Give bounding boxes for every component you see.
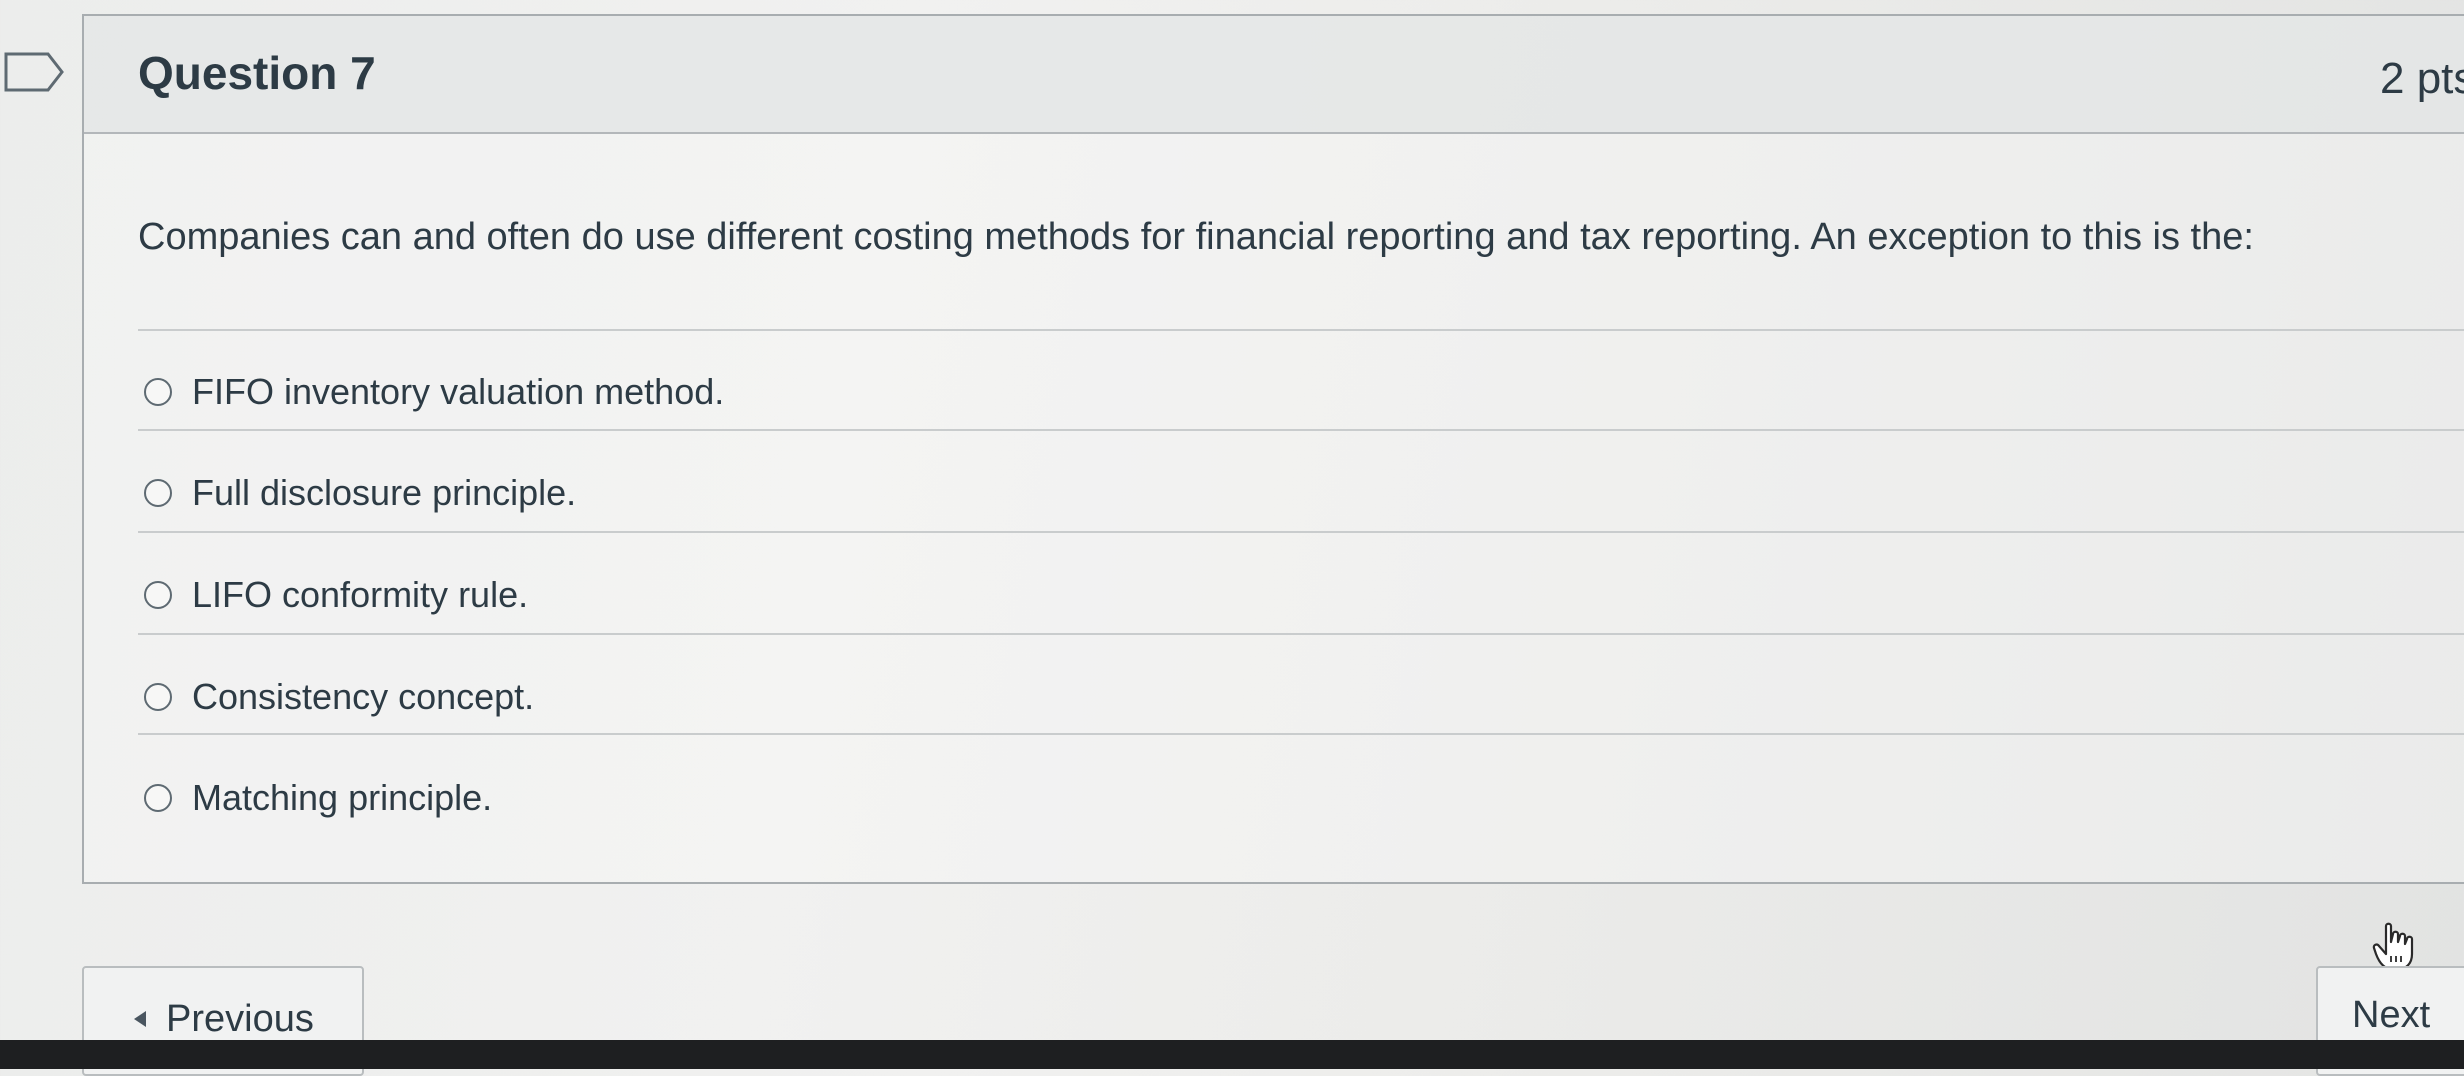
- radio-button[interactable]: [144, 581, 172, 609]
- screen-bezel: [0, 1040, 2464, 1069]
- divider: [138, 531, 2464, 533]
- question-points: 2 pts: [2380, 54, 2464, 103]
- answer-option[interactable]: Full disclosure principle.: [144, 463, 576, 523]
- previous-label: Previous: [166, 998, 314, 1040]
- hand-pointer-icon: [2372, 922, 2414, 971]
- question-header: Question 7 2 pts: [84, 16, 2464, 134]
- question-card: Question 7 2 pts Companies can and often…: [82, 14, 2464, 884]
- question-text: Companies can and often do use different…: [138, 216, 2254, 258]
- answer-option[interactable]: Consistency concept.: [144, 667, 534, 727]
- answer-label: FIFO inventory valuation method.: [192, 371, 725, 412]
- question-title: Question 7: [138, 47, 376, 99]
- divider: [138, 633, 2464, 635]
- answer-label: Matching principle.: [192, 777, 493, 818]
- radio-button[interactable]: [144, 784, 172, 812]
- answer-label: Consistency concept.: [192, 676, 535, 717]
- divider: [138, 429, 2464, 431]
- flag-question-icon[interactable]: [4, 50, 66, 94]
- answer-option[interactable]: Matching principle.: [144, 768, 492, 828]
- answer-label: Full disclosure principle.: [192, 472, 577, 513]
- answer-option[interactable]: FIFO inventory valuation method.: [144, 362, 724, 422]
- next-label: Next: [2352, 994, 2431, 1036]
- answer-label: LIFO conformity rule.: [192, 574, 529, 615]
- divider: [138, 329, 2464, 331]
- radio-button[interactable]: [144, 378, 172, 406]
- caret-left-icon: [134, 1010, 146, 1027]
- answer-option[interactable]: LIFO conformity rule.: [144, 565, 528, 625]
- radio-button[interactable]: [144, 479, 172, 507]
- divider: [138, 733, 2464, 735]
- radio-button[interactable]: [144, 683, 172, 711]
